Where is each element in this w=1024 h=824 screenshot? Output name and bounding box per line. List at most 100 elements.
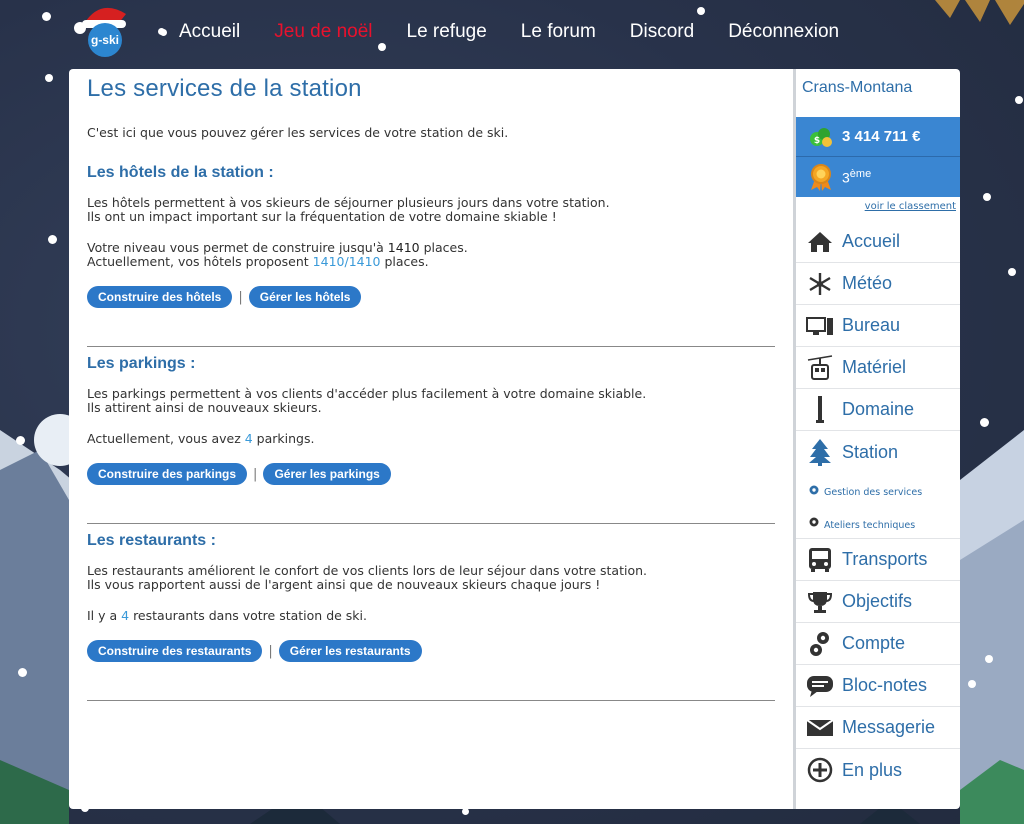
restaurants-count: Il y a 4 restaurants dans votre station … [87,609,775,623]
manage-hotels-button[interactable]: Gérer les hôtels [248,286,362,308]
nav-item-accueil[interactable]: Accueil [160,21,240,43]
hotels-level-prefix: Votre niveau vous permet de construire j… [87,240,388,255]
sidebar-item-meteo[interactable]: Météo [796,263,960,305]
nav-dot-icon [160,28,167,36]
nav-item-deconnexion[interactable]: Déconnexion [728,21,839,43]
restaurants-desc-line2: Ils vous rapportent aussi de l'argent ai… [87,577,601,592]
manage-parkings-button[interactable]: Gérer les parkings [263,463,391,485]
gears-icon [806,630,834,658]
hotels-level-value: 1410 [387,240,420,255]
nav-item-discord[interactable]: Discord [630,21,694,43]
nav-label: Déconnexion [728,21,840,42]
sidebar-item-domaine[interactable]: Domaine [796,389,960,431]
section-divider [87,700,775,701]
build-hotels-button[interactable]: Construire des hôtels [87,286,233,308]
snowflake-dot [1008,268,1016,276]
rank-suffix: ème [849,168,872,181]
restaurants-count-prefix: Il y a [87,608,122,623]
hotels-current-suffix: places. [380,254,429,269]
snowflake-dot [16,436,25,445]
gear-icon [808,484,820,496]
hotels-desc-line2: Ils ont un impact important sur la fréqu… [87,209,557,224]
snowflake-dot [18,668,27,677]
sidebar-item-label: Messagerie [842,717,936,737]
sidebar-item-label: Météo [842,273,893,293]
sidebar-item-objectifs[interactable]: Objectifs [796,581,960,623]
ski-pole-icon [806,395,834,424]
ranking-link[interactable]: voir le classement [796,197,960,221]
parkings-description: Les parkings permettent à vos clients d'… [87,387,775,415]
snowflake-dot [45,74,53,82]
nav-label: Accueil [179,21,241,42]
rank-value: 3ème [842,168,871,186]
section-divider [87,523,775,524]
sidebar-item-messagerie[interactable]: Messagerie [796,707,960,749]
sidebar-item-label: Station [842,441,899,462]
snowflake-dot [48,235,57,244]
sidebar-item-en-plus[interactable]: En plus [796,749,960,791]
page-title: Les services de la station [87,75,362,102]
sidebar-item-transports[interactable]: Transports [796,539,960,581]
sidebar: Crans-Montana $ 3 414 711 € 3ème voir le… [793,69,960,809]
sidebar-item-accueil[interactable]: Accueil [796,221,960,263]
svg-text:$: $ [814,136,820,146]
nav-label: Jeu de noël [274,21,373,42]
restaurants-title: Les restaurants : [87,532,216,549]
restaurants-count-suffix: restaurants dans votre station de ski. [129,608,367,623]
sidebar-item-station[interactable]: Station [796,431,960,473]
hotels-title: Les hôtels de la station : [87,164,274,181]
sidebar-item-label: Bureau [842,315,901,335]
parkings-count-value: 4 [244,431,253,446]
svg-text:g-ski: g-ski [91,33,119,47]
sidebar-item-label: Domaine [842,399,915,419]
parkings-section: Les parkings : Les parkings permettent à… [87,355,775,485]
sidebar-subitem-gestion-services[interactable]: Gestion des services [796,473,960,506]
nav-item-jeu-de-noel[interactable]: Jeu de noël [274,21,372,43]
nav-label: Le forum [520,21,596,42]
restaurants-section: Les restaurants : Les restaurants amélio… [87,532,775,662]
plus-circle-icon [806,756,834,784]
snowflake-dot [980,418,989,427]
section-divider [87,346,775,347]
sidebar-item-bloc-notes[interactable]: Bloc-notes [796,665,960,707]
site-logo[interactable]: g-ski [70,0,140,60]
build-parkings-button[interactable]: Construire des parkings [87,463,248,485]
parkings-actions: Construire des parkings | Gérer les park… [87,463,775,485]
hotels-current-prefix: Actuellement, vos hôtels proposent [87,254,313,269]
restaurants-description: Les restaurants améliorent le confort de… [87,564,775,592]
snowflake-dot [462,808,469,815]
nav-item-le-forum[interactable]: Le forum [521,21,596,43]
sidebar-item-label: En plus [842,759,903,780]
nav-item-le-refuge[interactable]: Le refuge [407,21,487,43]
sidebar-item-compte[interactable]: Compte [796,623,960,665]
sidebar-subitem-ateliers-techniques[interactable]: Ateliers techniques [796,506,960,539]
money-icon: $ [810,127,832,147]
intro-text: C'est ici que vous pouvez gérer les serv… [87,125,509,140]
medal-icon [811,164,831,191]
hotels-section: Les hôtels de la station : Les hôtels pe… [87,164,775,308]
hotels-description: Les hôtels permettent à vos skieurs de s… [87,196,775,224]
sidebar-item-label: Transports [842,549,928,569]
manage-restaurants-button[interactable]: Gérer les restaurants [278,640,422,662]
snowflake-dot [697,7,705,15]
parkings-title: Les parkings : [87,355,196,372]
station-name: Crans-Montana [802,79,913,96]
snowflake-dot [1015,96,1023,104]
computer-icon [806,312,834,340]
top-navigation: Accueil Jeu de noël Le refuge Le forum D… [160,18,873,46]
chat-icon [806,672,834,700]
snowflake-dot [985,655,993,663]
snowflake-dot [968,680,976,688]
envelope-icon [806,714,834,742]
tree-icon [806,438,834,466]
hotels-desc-line1: Les hôtels permettent à vos skieurs de s… [87,195,610,210]
sidebar-item-materiel[interactable]: Matériel [796,347,960,389]
parkings-desc-line2: Ils attirent ainsi de nouveaux skieurs. [87,400,322,415]
hotels-current-value: 1410/1410 [312,254,381,269]
nav-label: Discord [629,21,695,42]
sidebar-item-label: Bloc-notes [842,675,928,695]
build-restaurants-button[interactable]: Construire des restaurants [87,640,263,662]
sidebar-item-bureau[interactable]: Bureau [796,305,960,347]
main-panel: Les services de la station C'est ici que… [69,69,793,809]
rank-number: 3 [842,169,850,186]
